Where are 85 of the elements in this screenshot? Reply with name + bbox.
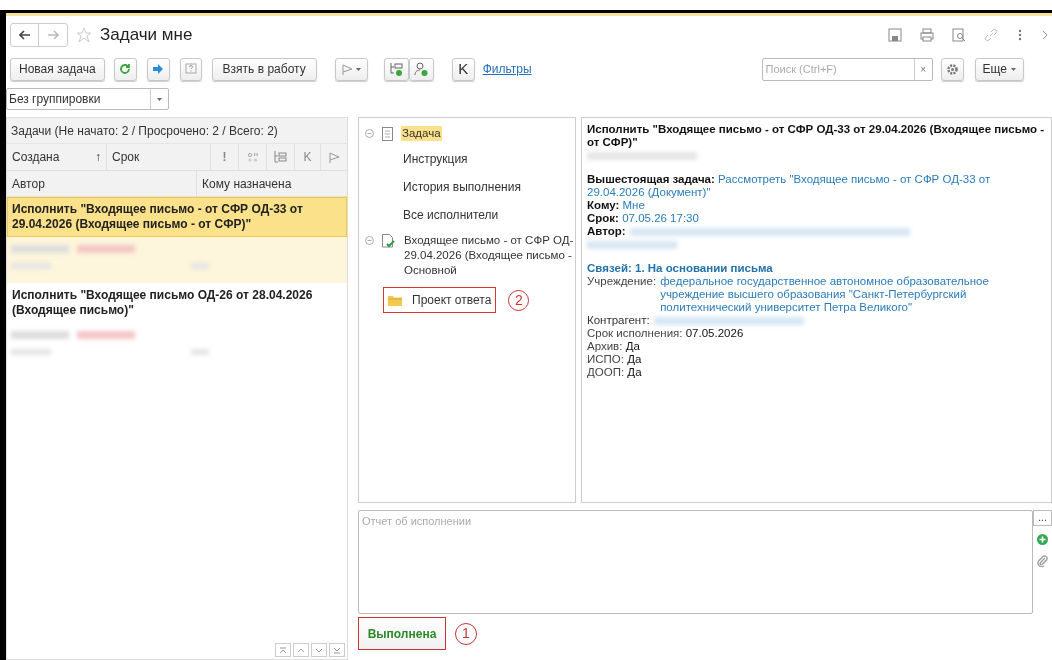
collapse-icon[interactable] <box>365 236 374 245</box>
filters-link[interactable]: Фильтры <box>482 60 532 78</box>
caret-icon <box>1011 67 1016 71</box>
preview-icon[interactable] <box>952 28 966 42</box>
folder-icon <box>388 294 402 306</box>
more-button[interactable]: Еще <box>974 57 1024 81</box>
caret-icon <box>157 97 162 101</box>
column-header[interactable]: Автор <box>7 171 197 196</box>
user-add-icon <box>414 62 429 76</box>
collapse-icon[interactable] <box>365 129 374 138</box>
scroll-button[interactable] <box>293 643 309 657</box>
detail-line: Кому: Мне <box>587 199 646 212</box>
user-add-button[interactable] <box>408 57 434 81</box>
search-field[interactable]: Поиск (Ctrl+F) × <box>761 57 933 81</box>
more-vertical-icon[interactable] <box>1018 29 1022 41</box>
links-heading: Связей: 1. На основании письма <box>587 262 774 275</box>
task-title: Исполнить "Входящее письмо - от СФР ОД-33 от 29.04.2026 (Входящее письмо - от СФР)" <box>12 202 303 231</box>
detail-line: Срок исполнения: 07.05.2026 <box>587 327 745 340</box>
task-title: Исполнить "Входящее письмо ОД-26 от 28.04.2026 (Входящее письмо)" <box>12 288 313 317</box>
complete-button[interactable]: Выполнена <box>358 617 446 650</box>
report-field[interactable]: Отчет об исполнении <box>358 510 1033 614</box>
details-title: Исполнить "Входящее письмо - от СФР ОД-33 от 29.04.2026 (Входящее письмо - от СФР)" <box>587 123 1046 149</box>
back-arrow-icon <box>18 30 31 40</box>
double-up-icon <box>278 645 288 655</box>
scroll-button[interactable] <box>329 643 345 657</box>
window-title: Задачи мне <box>100 24 193 47</box>
double-down-icon <box>332 645 342 655</box>
chevron-right-icon[interactable] <box>1042 30 1048 40</box>
redacted-text <box>77 245 135 253</box>
document-icon <box>382 127 393 141</box>
arrow-right-icon <box>152 63 165 75</box>
redacted-text <box>11 331 69 339</box>
detail-line: Вышестоящая задача: Рассмотреть "Входящее письмо - от СФР ОД-33 от 29.04.2026 (Документ)" <box>587 173 992 199</box>
settings-icon <box>945 62 959 76</box>
forward-arrow-icon <box>47 30 59 40</box>
star-icon[interactable] <box>76 27 92 43</box>
help-button[interactable] <box>179 57 202 81</box>
field-label: Учреждение: <box>587 275 657 289</box>
help-icon <box>184 63 197 75</box>
column-header[interactable]: Создана ↑ <box>7 144 107 170</box>
tree-item[interactable]: Входящее письмо - от СФР ОД- 29.04.2026 (Входящее письмо - Основной <box>403 233 575 278</box>
save-icon[interactable] <box>888 28 902 42</box>
add-icon[interactable] <box>1037 534 1048 545</box>
redacted-text <box>77 331 135 339</box>
task-row[interactable]: Исполнить "Входящее письмо - от СФР ОД-33 от 29.04.2026 (Входящее письмо - от СФР)" <box>7 197 347 283</box>
tree-item[interactable]: Все исполнители <box>403 206 499 224</box>
scroll-button[interactable] <box>311 643 327 657</box>
grid-dots-icon <box>246 152 259 162</box>
take-to-work-button[interactable]: Взять в работу <box>211 57 317 81</box>
grouping-dropdown[interactable]: Без группировки <box>6 88 169 110</box>
settings-button[interactable] <box>940 57 964 81</box>
flag-dropdown-button[interactable] <box>334 57 368 81</box>
field-label: Контрагент: <box>587 314 650 327</box>
hierarchy-add-button[interactable] <box>383 57 409 81</box>
paperclip-icon[interactable] <box>1037 555 1048 567</box>
field-link[interactable]: федеральное государственное автономное образовательное учреждение высшего образования "Санкт-Петербургский политехнический университет Петра Великого" <box>660 275 1046 314</box>
hierarchy-add-icon <box>389 62 404 76</box>
flag-icon <box>341 63 353 75</box>
k-button[interactable]: K <box>451 57 475 81</box>
tree-item[interactable]: История выполнения <box>403 178 521 196</box>
clear-button[interactable]: × <box>913 58 932 80</box>
refresh-button[interactable] <box>113 57 137 81</box>
detail-line: Срок: 07.05.26 17:30 <box>587 212 700 225</box>
tree-item[interactable]: Инструкция <box>403 150 468 168</box>
scroll-button[interactable] <box>275 643 291 657</box>
new-task-button[interactable]: Новая задача <box>10 57 105 81</box>
column-header[interactable]: Срок <box>107 144 211 170</box>
more-button[interactable]: ... <box>1033 510 1052 526</box>
list-summary: Задачи (Не начато: 2 / Просрочено: 2 / Всего: 2) <box>11 124 278 138</box>
forward-button[interactable] <box>146 57 170 81</box>
column-header[interactable]: Кому назначена <box>197 171 347 196</box>
detail-line: ИСПО: Да <box>587 353 643 366</box>
document-check-icon <box>382 234 395 248</box>
link-icon[interactable] <box>984 28 998 42</box>
flag-icon <box>328 151 340 163</box>
tree-item[interactable]: Проект ответа <box>412 291 492 309</box>
detail-line: Архив: Да <box>587 340 641 353</box>
field-label: Автор: <box>587 225 626 238</box>
caret-icon <box>355 67 361 71</box>
hierarchy-icon <box>274 151 287 163</box>
printer-icon[interactable] <box>920 28 934 42</box>
redacted-text <box>11 245 69 253</box>
tree-item[interactable]: Задача <box>401 126 442 141</box>
detail-line: ДООП: Да <box>587 366 643 379</box>
refresh-icon <box>119 63 132 75</box>
